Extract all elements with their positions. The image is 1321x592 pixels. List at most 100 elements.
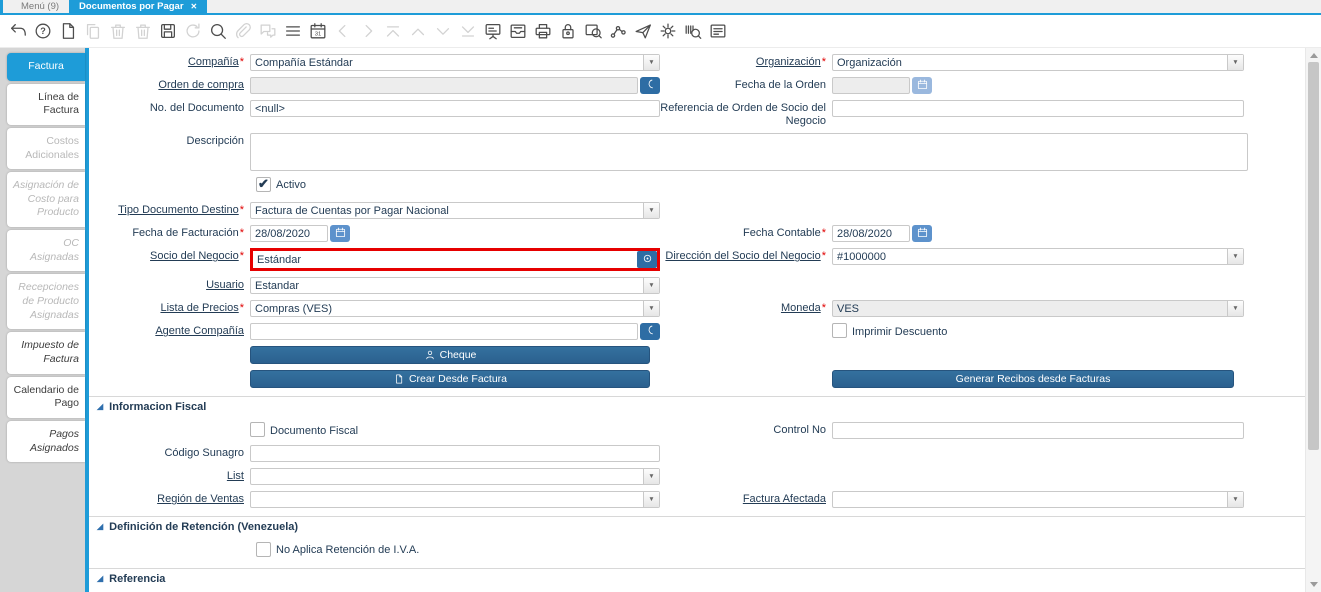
collapse-triangle-icon[interactable] <box>97 523 103 531</box>
undo-icon[interactable] <box>8 21 28 41</box>
tab-close-icon[interactable] <box>191 2 198 11</box>
send-icon[interactable] <box>633 21 653 41</box>
codigo-sunagro-field[interactable] <box>250 445 660 462</box>
grid-toggle-icon[interactable] <box>283 21 303 41</box>
sidebar-tab-impuesto-de-factura[interactable]: Impuesto de Factura <box>7 332 85 373</box>
sidebar-tab-factura[interactable]: Factura <box>7 53 85 81</box>
spacer <box>660 323 832 325</box>
chat-icon <box>258 21 278 41</box>
collapse-triangle-icon[interactable] <box>97 575 103 583</box>
fecha-facturacion-field[interactable]: 28/08/2020 <box>250 225 328 242</box>
socio-negocio-highlight: Estándar <box>250 248 660 271</box>
documento-fiscal-checkbox[interactable] <box>250 422 265 437</box>
factura-afectada-field[interactable] <box>832 491 1244 508</box>
workflow-icon[interactable] <box>608 21 628 41</box>
lista-precios-field[interactable]: Compras (VES) <box>250 300 660 317</box>
chevron-down-icon[interactable] <box>1227 55 1243 70</box>
zoom-across-icon[interactable] <box>583 21 603 41</box>
factura-afectada-label[interactable]: Factura Afectada <box>660 491 832 506</box>
scroll-down-arrow[interactable] <box>1310 582 1318 587</box>
chevron-down-icon[interactable] <box>1227 492 1243 507</box>
lista-precios-label[interactable]: Lista de Precios <box>95 300 250 315</box>
direccion-socio-label[interactable]: Dirección del Socio del Negocio <box>660 248 832 263</box>
compania-field[interactable]: Compañía Estándar <box>250 54 660 71</box>
collapse-triangle-icon[interactable] <box>97 403 103 411</box>
fecha-contable-calendar-button[interactable] <box>912 225 932 242</box>
orden-compra-label[interactable]: Orden de compra <box>95 77 250 92</box>
delete-selection-icon <box>133 21 153 41</box>
region-ventas-field[interactable] <box>250 491 660 508</box>
tab-documentos-por-pagar[interactable]: Documentos por Pagar <box>69 0 207 13</box>
agente-compania-label[interactable]: Agente Compañía <box>95 323 250 338</box>
scrollbar-thumb[interactable] <box>1308 62 1319 450</box>
sidebar-tab-oc-asignadas: OC Asignadas <box>7 230 85 271</box>
section-referencia[interactable]: Referencia <box>97 573 1305 585</box>
spacer <box>95 422 250 424</box>
compania-label[interactable]: Compañía <box>95 54 250 69</box>
imprimir-descuento-checkbox[interactable] <box>832 323 847 338</box>
agente-compania-field[interactable] <box>250 323 638 340</box>
organizacion-field[interactable]: Organización <box>832 54 1244 71</box>
organizacion-label[interactable]: Organización <box>660 54 832 69</box>
control-no-field[interactable] <box>832 422 1244 439</box>
product-info-icon[interactable] <box>683 21 703 41</box>
usuario-field[interactable]: Estandar <box>250 277 660 294</box>
usuario-label[interactable]: Usuario <box>95 277 250 292</box>
sidebar: FacturaLínea de FacturaCostos Adicionale… <box>0 48 89 592</box>
save-icon[interactable] <box>158 21 178 41</box>
descripcion-field[interactable] <box>250 133 1248 171</box>
chevron-down-icon[interactable] <box>643 469 659 484</box>
activo-label: Activo <box>276 177 306 191</box>
scroll-up-arrow[interactable] <box>1310 53 1318 58</box>
quick-form-icon[interactable] <box>708 21 728 41</box>
list-field[interactable] <box>250 468 660 485</box>
calendar-icon[interactable]: 31 <box>308 21 328 41</box>
section-divider <box>89 516 1305 517</box>
tab-menu-label: Menú (9) <box>21 1 59 12</box>
vertical-scrollbar <box>1305 48 1321 592</box>
chevron-down-icon[interactable] <box>643 301 659 316</box>
chevron-down-icon[interactable] <box>643 203 659 218</box>
chevron-down-icon[interactable] <box>643 55 659 70</box>
report-icon[interactable] <box>483 21 503 41</box>
sidebar-tab-calendario-de-pago[interactable]: Calendario de Pago <box>7 377 85 418</box>
archive-icon[interactable] <box>508 21 528 41</box>
chevron-down-icon[interactable] <box>1227 249 1243 264</box>
fecha-contable-field[interactable]: 28/08/2020 <box>832 225 910 242</box>
tipo-documento-label[interactable]: Tipo Documento Destino <box>95 202 250 217</box>
fecha-facturacion-calendar-button[interactable] <box>330 225 350 242</box>
lock-icon[interactable] <box>558 21 578 41</box>
chevron-down-icon[interactable] <box>643 492 659 507</box>
generar-recibos-button[interactable]: Generar Recibos desde Facturas <box>832 370 1234 388</box>
help-icon[interactable]: ? <box>33 21 53 41</box>
print-icon[interactable] <box>533 21 553 41</box>
chevron-down-icon[interactable] <box>643 278 659 293</box>
referencia-orden-field[interactable] <box>832 100 1244 117</box>
crear-desde-factura-button[interactable]: Crear Desde Factura <box>250 370 650 388</box>
section-informacion-fiscal[interactable]: Informacion Fiscal <box>97 401 1305 413</box>
sidebar-tab-línea-de-factura[interactable]: Línea de Factura <box>7 84 85 125</box>
no-documento-field[interactable]: <null> <box>250 100 660 117</box>
sidebar-tab-pagos-asignados[interactable]: Pagos Asignados <box>7 421 85 462</box>
find-icon[interactable] <box>208 21 228 41</box>
socio-negocio-label[interactable]: Socio del Negocio <box>95 248 250 263</box>
settings-icon[interactable] <box>658 21 678 41</box>
cheque-button[interactable]: Cheque <box>250 346 650 364</box>
direccion-socio-field[interactable]: #1000000 <box>832 248 1244 265</box>
socio-negocio-field[interactable]: Estándar <box>253 251 637 268</box>
form-content: Compañía Compañía Estándar Organización … <box>89 48 1305 592</box>
tab-menu[interactable]: Menú (9) <box>11 0 69 13</box>
orden-compra-search-button[interactable] <box>640 77 660 94</box>
new-record-icon[interactable] <box>58 21 78 41</box>
activo-checkbox[interactable] <box>256 177 271 192</box>
moneda-label[interactable]: Moneda <box>660 300 832 315</box>
no-aplica-iva-checkbox[interactable] <box>256 542 271 557</box>
no-documento-label: No. del Documento <box>95 100 250 115</box>
socio-negocio-info-button[interactable] <box>637 251 657 268</box>
agente-compania-search-button[interactable] <box>640 323 660 340</box>
imprimir-descuento-label: Imprimir Descuento <box>852 324 947 338</box>
tipo-documento-field[interactable]: Factura de Cuentas por Pagar Nacional <box>250 202 660 219</box>
section-retencion[interactable]: Definición de Retención (Venezuela) <box>97 521 1305 533</box>
list-label[interactable]: List <box>95 468 250 483</box>
region-ventas-label[interactable]: Región de Ventas <box>95 491 250 506</box>
